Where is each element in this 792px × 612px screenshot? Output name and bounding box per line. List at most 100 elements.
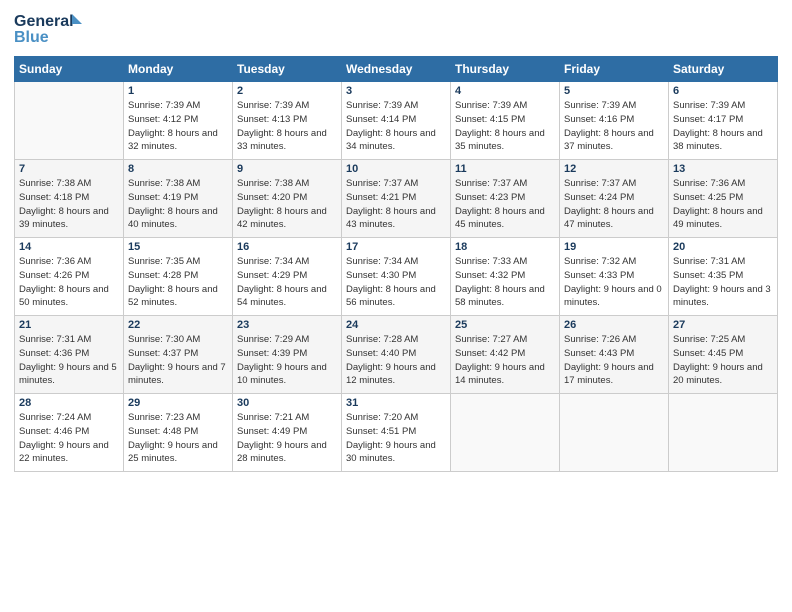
calendar-cell: 22Sunrise: 7:30 AMSunset: 4:37 PMDayligh…	[124, 316, 233, 394]
calendar-cell: 27Sunrise: 7:25 AMSunset: 4:45 PMDayligh…	[669, 316, 778, 394]
week-row-4: 21Sunrise: 7:31 AMSunset: 4:36 PMDayligh…	[15, 316, 778, 394]
day-info: Sunrise: 7:39 AMSunset: 4:12 PMDaylight:…	[128, 99, 228, 154]
calendar-cell: 1 Sunrise: 7:39 AMSunset: 4:12 PMDaylight…	[124, 82, 233, 160]
calendar-cell	[451, 394, 560, 472]
day-info: Sunrise: 7:34 AMSunset: 4:30 PMDaylight:…	[346, 255, 446, 310]
day-number: 16	[237, 241, 337, 253]
day-number: 25	[455, 319, 555, 331]
weekday-header-sunday: Sunday	[15, 57, 124, 82]
day-info: Sunrise: 7:38 AMSunset: 4:20 PMDaylight:…	[237, 177, 337, 232]
day-number: 12	[564, 163, 664, 175]
day-info: Sunrise: 7:36 AMSunset: 4:25 PMDaylight:…	[673, 177, 773, 232]
day-info: Sunrise: 7:33 AMSunset: 4:32 PMDaylight:…	[455, 255, 555, 310]
day-info: Sunrise: 7:26 AMSunset: 4:43 PMDaylight:…	[564, 333, 664, 388]
day-number: 29	[128, 397, 228, 409]
day-info: Sunrise: 7:29 AMSunset: 4:39 PMDaylight:…	[237, 333, 337, 388]
calendar-cell: 11Sunrise: 7:37 AMSunset: 4:23 PMDayligh…	[451, 160, 560, 238]
calendar-cell: 13 Sunrise: 7:36 AMSunset: 4:25 PMDayligh…	[669, 160, 778, 238]
day-info: Sunrise: 7:38 AMSunset: 4:18 PMDaylight:…	[19, 177, 119, 232]
calendar-cell: 24 Sunrise: 7:28 AMSunset: 4:40 PMDayligh…	[342, 316, 451, 394]
day-number: 3	[346, 85, 446, 97]
day-number: 30	[237, 397, 337, 409]
day-number: 18	[455, 241, 555, 253]
day-info: Sunrise: 7:25 AMSunset: 4:45 PMDaylight:…	[673, 333, 773, 388]
day-info: Sunrise: 7:23 AMSunset: 4:48 PMDaylight:…	[128, 411, 228, 466]
day-number: 8	[128, 163, 228, 175]
day-info: Sunrise: 7:39 AMSunset: 4:14 PMDaylight:…	[346, 99, 446, 154]
day-info: Sunrise: 7:32 AMSunset: 4:33 PMDaylight:…	[564, 255, 664, 310]
weekday-header-row: SundayMondayTuesdayWednesdayThursdayFrid…	[15, 57, 778, 82]
day-number: 17	[346, 241, 446, 253]
day-number: 24	[346, 319, 446, 331]
calendar-cell: 10 Sunrise: 7:37 AMSunset: 4:21 PMDayligh…	[342, 160, 451, 238]
day-info: Sunrise: 7:34 AMSunset: 4:29 PMDaylight:…	[237, 255, 337, 310]
calendar-cell: 30 Sunrise: 7:21 AMSunset: 4:49 PMDayligh…	[233, 394, 342, 472]
day-number: 2	[237, 85, 337, 97]
calendar-cell: 17 Sunrise: 7:34 AMSunset: 4:30 PMDayligh…	[342, 238, 451, 316]
calendar-cell: 2 Sunrise: 7:39 AMSunset: 4:13 PMDaylight…	[233, 82, 342, 160]
calendar-table: SundayMondayTuesdayWednesdayThursdayFrid…	[14, 56, 778, 472]
day-number: 9	[237, 163, 337, 175]
calendar-cell	[669, 394, 778, 472]
weekday-header-wednesday: Wednesday	[342, 57, 451, 82]
day-info: Sunrise: 7:36 AMSunset: 4:26 PMDaylight:…	[19, 255, 119, 310]
day-info: Sunrise: 7:39 AMSunset: 4:13 PMDaylight:…	[237, 99, 337, 154]
day-info: Sunrise: 7:38 AMSunset: 4:19 PMDaylight:…	[128, 177, 228, 232]
calendar-cell: 7 Sunrise: 7:38 AMSunset: 4:18 PMDaylight…	[15, 160, 124, 238]
day-info: Sunrise: 7:31 AMSunset: 4:35 PMDaylight:…	[673, 255, 773, 310]
day-number: 23	[237, 319, 337, 331]
calendar-cell	[15, 82, 124, 160]
day-number: 5	[564, 85, 664, 97]
day-number: 19	[564, 241, 664, 253]
day-number: 10	[346, 163, 446, 175]
calendar-cell: 8 Sunrise: 7:38 AMSunset: 4:19 PMDaylight…	[124, 160, 233, 238]
day-info: Sunrise: 7:35 AMSunset: 4:28 PMDaylight:…	[128, 255, 228, 310]
page-container: GeneralBlue SundayMondayTuesdayWednesday…	[0, 0, 792, 480]
day-info: Sunrise: 7:20 AMSunset: 4:51 PMDaylight:…	[346, 411, 446, 466]
weekday-header-monday: Monday	[124, 57, 233, 82]
week-row-5: 28 Sunrise: 7:24 AMSunset: 4:46 PMDayligh…	[15, 394, 778, 472]
day-number: 13	[673, 163, 773, 175]
calendar-cell: 26 Sunrise: 7:26 AMSunset: 4:43 PMDayligh…	[560, 316, 669, 394]
day-info: Sunrise: 7:21 AMSunset: 4:49 PMDaylight:…	[237, 411, 337, 466]
calendar-cell: 4Sunrise: 7:39 AMSunset: 4:15 PMDaylight…	[451, 82, 560, 160]
day-number: 15	[128, 241, 228, 253]
calendar-cell	[560, 394, 669, 472]
calendar-cell: 25 Sunrise: 7:27 AMSunset: 4:42 PMDayligh…	[451, 316, 560, 394]
day-number: 1	[128, 85, 228, 97]
day-info: Sunrise: 7:30 AMSunset: 4:37 PMDaylight:…	[128, 333, 228, 388]
logo-svg: GeneralBlue	[14, 10, 94, 50]
day-number: 6	[673, 85, 773, 97]
day-info: Sunrise: 7:27 AMSunset: 4:42 PMDaylight:…	[455, 333, 555, 388]
day-info: Sunrise: 7:39 AMSunset: 4:15 PMDaylight:…	[455, 99, 555, 154]
calendar-cell: 31Sunrise: 7:20 AMSunset: 4:51 PMDayligh…	[342, 394, 451, 472]
day-number: 26	[564, 319, 664, 331]
day-number: 14	[19, 241, 119, 253]
weekday-header-saturday: Saturday	[669, 57, 778, 82]
day-number: 28	[19, 397, 119, 409]
day-info: Sunrise: 7:28 AMSunset: 4:40 PMDaylight:…	[346, 333, 446, 388]
calendar-cell: 20Sunrise: 7:31 AMSunset: 4:35 PMDayligh…	[669, 238, 778, 316]
day-info: Sunrise: 7:31 AMSunset: 4:36 PMDaylight:…	[19, 333, 119, 388]
day-info: Sunrise: 7:24 AMSunset: 4:46 PMDaylight:…	[19, 411, 119, 466]
svg-text:General: General	[14, 13, 74, 30]
weekday-header-tuesday: Tuesday	[233, 57, 342, 82]
calendar-cell: 14 Sunrise: 7:36 AMSunset: 4:26 PMDayligh…	[15, 238, 124, 316]
calendar-cell: 18 Sunrise: 7:33 AMSunset: 4:32 PMDayligh…	[451, 238, 560, 316]
weekday-header-thursday: Thursday	[451, 57, 560, 82]
calendar-cell: 29 Sunrise: 7:23 AMSunset: 4:48 PMDayligh…	[124, 394, 233, 472]
calendar-cell: 9 Sunrise: 7:38 AMSunset: 4:20 PMDaylight…	[233, 160, 342, 238]
calendar-cell: 6Sunrise: 7:39 AMSunset: 4:17 PMDaylight…	[669, 82, 778, 160]
calendar-cell: 28 Sunrise: 7:24 AMSunset: 4:46 PMDayligh…	[15, 394, 124, 472]
week-row-1: 1 Sunrise: 7:39 AMSunset: 4:12 PMDaylight…	[15, 82, 778, 160]
calendar-cell: 16 Sunrise: 7:34 AMSunset: 4:29 PMDayligh…	[233, 238, 342, 316]
svg-text:Blue: Blue	[14, 29, 49, 46]
day-number: 7	[19, 163, 119, 175]
calendar-cell: 15 Sunrise: 7:35 AMSunset: 4:28 PMDayligh…	[124, 238, 233, 316]
day-info: Sunrise: 7:37 AMSunset: 4:21 PMDaylight:…	[346, 177, 446, 232]
logo: GeneralBlue	[14, 10, 94, 50]
day-info: Sunrise: 7:39 AMSunset: 4:16 PMDaylight:…	[564, 99, 664, 154]
calendar-cell: 23 Sunrise: 7:29 AMSunset: 4:39 PMDayligh…	[233, 316, 342, 394]
calendar-cell: 21Sunrise: 7:31 AMSunset: 4:36 PMDayligh…	[15, 316, 124, 394]
calendar-cell: 5 Sunrise: 7:39 AMSunset: 4:16 PMDaylight…	[560, 82, 669, 160]
